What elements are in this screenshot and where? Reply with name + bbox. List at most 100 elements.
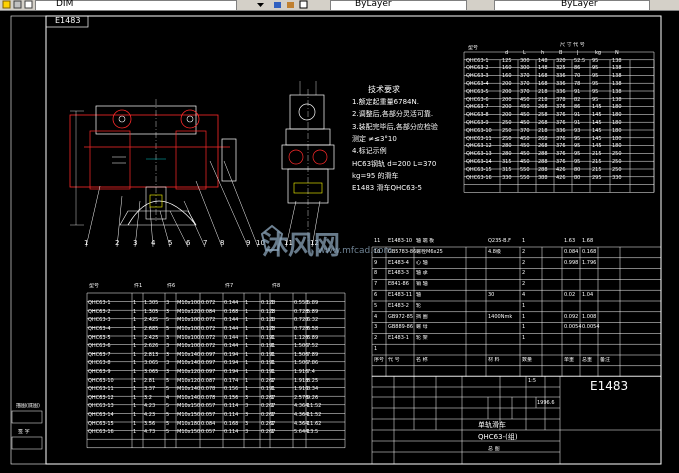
variant-table-cell: 1 (133, 412, 137, 418)
variant-table-cell: 0.084 (201, 308, 216, 315)
variant-table-cell: 1 (133, 429, 137, 436)
parts-table-cell: 挡 圈 (416, 313, 428, 320)
variant-table-cell: 1 (245, 360, 249, 367)
variant-table-cell: 1 (245, 351, 249, 358)
size-table-cell: 330 (612, 174, 622, 181)
linetype-dropdown[interactable]: ByLayer (494, 0, 650, 10)
variant-table-cell: 0.087 (201, 377, 216, 384)
size-table-cell: 388 (538, 174, 548, 181)
size-table-cell: 370 (520, 73, 530, 80)
layer-dropdown[interactable]: DIM (35, 0, 237, 10)
size-table-cell: 93 (574, 127, 581, 134)
color-icon[interactable] (299, 0, 308, 9)
balloon-number: 9 (246, 239, 251, 247)
size-table-cell: 168 (538, 81, 548, 87)
drawing-date: 1996.6 (537, 400, 555, 406)
size-table-cell: 426 (556, 166, 566, 173)
variant-table-cell: 3.37 (144, 386, 156, 393)
layer-state-icon[interactable] (2, 0, 11, 9)
size-table-cell: 426 (556, 174, 566, 181)
size-table-cell: 138 (612, 65, 622, 72)
parts-table-cell: 0.168 (582, 248, 597, 255)
size-table-cell: 376 (556, 120, 566, 126)
variant-table-cell: QHC63-13 (88, 403, 114, 410)
balloon-number: 3 (133, 239, 138, 247)
parts-table-cell: 2 (522, 248, 526, 255)
size-table-cell: 138 (612, 57, 622, 64)
size-table-header: 型号 (468, 45, 479, 51)
size-table-cell: 300 (520, 57, 530, 64)
variant-table-cell: 1 (133, 334, 137, 341)
size-table-cell: 180 (612, 104, 622, 111)
layers-icon[interactable] (13, 0, 22, 9)
variant-table-cell: 1 (245, 317, 249, 324)
variant-table-cell: M10x140 (177, 360, 201, 367)
layer-previous-icon[interactable] (286, 0, 295, 9)
size-table-cell: 336 (556, 88, 566, 95)
make-current-icon[interactable] (273, 0, 282, 9)
size-table-cell: 450 (520, 120, 530, 126)
size-table-cell: 315 (502, 159, 512, 165)
color-dropdown[interactable]: ByLayer (330, 0, 467, 10)
parts-table-cell: 轮 (416, 302, 422, 309)
size-table-cell: 280 (502, 151, 512, 158)
variant-table-cell: 0.168 (224, 308, 239, 315)
drawing-ratio: 1:5 (528, 378, 537, 384)
parts-table-cell: 螺栓M6x25 (416, 248, 443, 255)
size-table-cell: 250 (612, 159, 622, 165)
variant-table-cell: 9.26 (307, 394, 319, 401)
size-table-cell: 320 (556, 57, 566, 64)
parts-table-cell: 1 (522, 313, 526, 320)
parts-table-header: 材 料 (488, 356, 500, 363)
size-table-cell: 250 (612, 151, 622, 158)
balloon-number: 7 (203, 239, 208, 247)
balloon-number: 4 (151, 239, 156, 247)
size-table-cell: 95 (592, 96, 599, 103)
tech-note-line: 4.标记示例 (352, 147, 387, 156)
variant-table-cell: 3 (166, 351, 170, 358)
variant-table-cell: 6.58 (307, 326, 319, 332)
variant-table-cell: 1 (245, 377, 249, 384)
color-swatch-icon[interactable] (24, 0, 33, 9)
parts-table-cell: 1 (374, 346, 378, 352)
parts-table-cell: 4 (522, 292, 526, 298)
size-table-cell: 280 (502, 143, 512, 150)
dropdown-arrow-icon[interactable] (256, 0, 265, 9)
size-table-cell: 218 (538, 127, 548, 134)
color-control-value: ByLayer (355, 0, 392, 9)
variant-table-cell: 2.813 (144, 351, 159, 358)
variant-table-cell: 0.144 (224, 317, 239, 324)
parts-table-cell: 1 (522, 238, 526, 244)
variant-table-cell: 2.425 (144, 334, 159, 341)
parts-table-cell: 0.0054 (564, 324, 582, 331)
tech-note-line: kg=95 的滑车 (352, 171, 399, 180)
size-table-cell: 450 (520, 159, 530, 165)
size-table-cell: 95 (592, 57, 599, 64)
balloon-number: 1 (84, 239, 89, 247)
size-table-cell: QHC63-8 (466, 112, 489, 119)
parts-table-cell: 1400Nmk (488, 313, 513, 320)
size-table-cell: 376 (556, 112, 566, 119)
variant-table-cell: 1 (133, 420, 137, 427)
variant-table-cell: QHC63-1 (88, 300, 111, 307)
variant-table-cell: 0.144 (224, 300, 239, 307)
variant-table-cell: 1 (271, 377, 275, 384)
parts-table-cell: 1.04 (582, 292, 594, 298)
parts-table-cell: 2 (522, 281, 526, 288)
variant-table-cell: 11.52 (307, 412, 322, 418)
tech-note-line: 1.额定起重量6784N. (352, 98, 419, 106)
size-table-cell: 450 (520, 143, 530, 150)
parts-table-cell: 1 (522, 335, 526, 342)
tech-note-line: E1483 滑车QHC63-5 (352, 184, 423, 193)
balloon-number: 8 (220, 239, 225, 247)
variant-table-cell: M10x140 (177, 351, 201, 358)
parts-table-cell: 1.796 (582, 259, 597, 266)
parts-table-cell: 0.084 (564, 248, 579, 255)
variant-table-cell: QHC63-6 (88, 343, 111, 350)
layer-name: DIM (56, 0, 74, 9)
variant-table-cell: 8.25 (307, 377, 319, 384)
parts-table-cell: 1 (522, 324, 526, 331)
size-table-cell: 288 (538, 159, 548, 165)
parts-table-header: 代 号 (388, 356, 400, 363)
variant-table-header: 件6 (167, 283, 176, 289)
